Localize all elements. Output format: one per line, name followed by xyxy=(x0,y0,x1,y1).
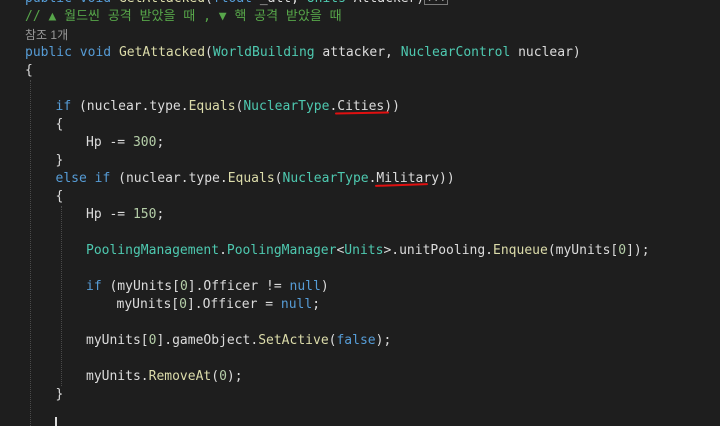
code-token: public xyxy=(25,0,72,6)
code-line[interactable]: } xyxy=(56,152,64,170)
code-token: . xyxy=(219,243,227,258)
code-line[interactable]: if (myUnits[0].Officer != null) xyxy=(86,278,329,296)
code-line[interactable]: 참조 1개 xyxy=(25,26,68,44)
code-token: RemoveAt xyxy=(148,369,212,384)
code-token: Equals xyxy=(188,99,236,114)
code-line[interactable]: Hp -= 300; xyxy=(86,134,164,152)
code-token: myUnits[ xyxy=(116,297,180,312)
code-line[interactable]: PoolingManagement.PoolingManager<Units>.… xyxy=(86,242,650,260)
code-token: float xyxy=(213,0,252,6)
code-line[interactable]: public void GetAttacked(float _att, Unit… xyxy=(25,0,449,8)
code-line[interactable]: myUnits.RemoveAt(0); xyxy=(86,368,243,386)
code-token: if xyxy=(94,171,111,186)
code-token: else xyxy=(55,171,87,186)
code-token: Units xyxy=(307,0,346,6)
code-token: ); xyxy=(375,333,392,348)
code-token: null xyxy=(289,279,321,294)
code-token: ; xyxy=(156,135,165,150)
code-token: // ▲ 월드씬 공격 받았을 때 , ▼ 핵 공격 받았을 때 xyxy=(25,9,342,24)
code-line[interactable]: public void GetAttacked(WorldBuilding at… xyxy=(25,44,581,62)
code-line[interactable]: myUnits[0].gameObject.SetActive(false); xyxy=(86,332,391,350)
code-token: WorldBuilding xyxy=(212,45,315,60)
code-token: ].gameObject. xyxy=(156,333,259,348)
code-token: 0 xyxy=(179,297,187,312)
code-token: GetAttacked xyxy=(118,45,206,60)
code-token: 150 xyxy=(132,207,157,222)
code-token: GetAttacked xyxy=(119,0,205,6)
code-token: myUnits[ xyxy=(86,333,149,348)
code-token: 0 xyxy=(618,243,627,258)
code-token: } xyxy=(55,387,64,402)
code-token: ].Officer = xyxy=(186,297,281,312)
code-token: ( xyxy=(205,45,213,60)
code-token: myUnits. xyxy=(86,369,149,384)
code-token: ( xyxy=(211,369,220,384)
code-token: public xyxy=(25,45,72,60)
code-token: 300 xyxy=(132,135,157,150)
indent-guide-else-block xyxy=(61,206,62,386)
code-line[interactable]: Hp -= 150; xyxy=(86,206,164,224)
code-token: void xyxy=(79,45,112,60)
code-token: Attacker) xyxy=(346,0,424,6)
code-token: _att, xyxy=(252,0,307,6)
indent-guide-method xyxy=(30,80,31,426)
code-token: (nuclear.type. xyxy=(110,171,228,186)
code-token: NuclearType xyxy=(243,99,330,114)
text-cursor xyxy=(55,417,57,426)
code-token: { xyxy=(25,63,33,78)
code-token: >.unitPooling. xyxy=(383,243,494,258)
code-token: ].Officer != xyxy=(187,279,290,294)
code-line[interactable]: { xyxy=(25,62,33,80)
code-token: ( xyxy=(205,0,213,6)
code-token: { xyxy=(55,189,64,204)
code-token: PoolingManagement xyxy=(86,243,220,258)
code-token: nuclear) xyxy=(510,45,581,60)
code-token: } xyxy=(55,153,64,168)
code-token: 0 xyxy=(179,279,188,294)
collapsed-region-indicator[interactable]: ... xyxy=(424,0,449,5)
code-editor[interactable]: public void GetAttacked(float _att, Unit… xyxy=(0,0,720,426)
code-token: Hp -= xyxy=(86,207,133,222)
code-token: ( xyxy=(274,171,283,186)
code-token: { xyxy=(55,117,64,132)
code-token: Equals xyxy=(227,171,275,186)
code-token: void xyxy=(80,0,111,6)
code-token: Units xyxy=(344,243,384,258)
code-token: Hp -= xyxy=(86,135,133,150)
code-token: PoolingManager xyxy=(226,243,337,258)
code-token: ; xyxy=(156,207,165,222)
code-token: SetActive xyxy=(258,333,329,348)
code-token: Enqueue xyxy=(493,243,548,258)
code-line[interactable]: } xyxy=(56,386,64,404)
codelens-reference-count[interactable]: 참조 1개 xyxy=(25,28,68,42)
code-line[interactable]: { xyxy=(56,116,64,134)
code-token: ); xyxy=(226,369,243,384)
code-token: if xyxy=(55,99,72,114)
code-token: (myUnits[ xyxy=(547,243,619,258)
code-token: NuclearControl xyxy=(400,45,511,60)
code-token: if xyxy=(86,279,102,294)
code-token: NuclearType xyxy=(282,171,369,186)
code-token: (myUnits[ xyxy=(101,279,180,294)
code-token: 0 xyxy=(219,369,227,384)
code-token: ]); xyxy=(626,243,650,258)
code-token: attacker, xyxy=(314,45,401,60)
code-line[interactable]: { xyxy=(56,188,64,206)
code-token: ) xyxy=(320,279,329,294)
code-token: false xyxy=(336,333,376,348)
code-line[interactable]: myUnits[0].Officer = null; xyxy=(117,296,321,314)
code-token: ; xyxy=(312,297,321,312)
code-token: (nuclear.type. xyxy=(71,99,189,114)
code-line[interactable]: // ▲ 월드씬 공격 받았을 때 , ▼ 핵 공격 받았을 때 xyxy=(25,8,342,26)
code-token: null xyxy=(280,297,313,312)
